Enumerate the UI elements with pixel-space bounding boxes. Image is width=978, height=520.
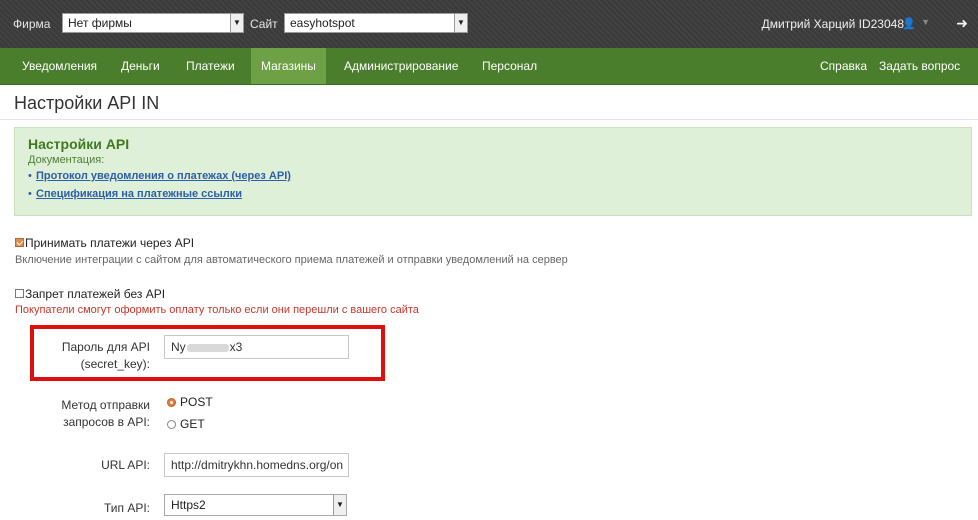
ban-without-api-checkbox[interactable] [15,289,24,298]
info-title: Настройки API [28,136,130,152]
nav-item-notifications[interactable]: Уведомления [12,48,107,84]
method-post-label[interactable]: POST [180,395,213,409]
sign-out-icon[interactable]: ➜ [956,15,968,32]
nav-item-payments[interactable]: Платежи [176,48,245,84]
doc-label: Документация: [28,154,105,166]
highlight-box [30,325,385,381]
bullet: • [28,170,32,182]
firm-label: Фирма [13,17,51,31]
method-label-line1: Метод отправки [61,398,150,412]
bullet: • [28,188,32,200]
divider [0,119,978,120]
accept-api-label[interactable]: Принимать платежи через API [25,236,194,250]
chevron-down-icon: ▼ [454,14,467,32]
accept-api-hint: Включение интеграции с сайтом для автома… [15,254,568,266]
method-get-label[interactable]: GET [180,417,205,431]
api-info-box: Настройки API Документация: • Протокол у… [14,127,972,216]
top-bar: Фирма Нет фирмы ▼ Сайт easyhotspot ▼ Дми… [0,0,978,48]
ban-without-api-label[interactable]: Запрет платежей без API [25,287,165,301]
url-api-label: URL API: [101,458,150,472]
firm-select-value: Нет фирмы [68,16,132,30]
nav-item-personnel[interactable]: Персонал [472,48,547,84]
method-label: Метод отправки запросов в API: [10,397,150,431]
api-type-label: Тип API: [103,501,150,515]
site-label: Сайт [250,17,278,31]
nav-item-help[interactable]: Справка [810,48,877,84]
chevron-down-icon[interactable]: ▼ [921,17,930,27]
site-select[interactable]: easyhotspot ▼ [284,13,468,33]
method-get-radio[interactable] [167,420,176,429]
page-title: Настройки API IN [14,93,160,113]
site-select-value: easyhotspot [290,16,355,30]
nav-item-ask-question[interactable]: Задать вопрос [869,48,970,84]
method-post-radio[interactable] [167,398,176,407]
link-payment-links-spec[interactable]: Спецификация на платежные ссылки [36,188,242,200]
nav-item-administration[interactable]: Администрирование [334,48,468,84]
url-api-input[interactable]: http://dmitrykhn.homedns.org/on [164,453,349,477]
method-label-line2: запросов в API: [63,415,150,429]
api-type-value: Https2 [171,498,206,512]
ban-without-api-hint: Покупатели смогут оформить оплату только… [15,304,419,316]
link-payment-notification-protocol[interactable]: Протокол уведомления о платежах (через A… [36,170,291,182]
chevron-down-icon: ▼ [230,14,243,32]
nav-item-money[interactable]: Деньги [111,48,170,84]
nav-item-shops[interactable]: Магазины [251,48,326,84]
api-type-select[interactable]: Https2 ▼ [164,494,347,516]
main-nav: Уведомления Деньги Платежи Магазины Адми… [0,48,978,85]
accept-api-checkbox[interactable] [15,238,24,247]
firm-select[interactable]: Нет фирмы ▼ [62,13,244,33]
user-name[interactable]: Дмитрий Харций ID23048 [762,17,904,31]
chevron-down-icon: ▼ [333,495,346,515]
user-icon[interactable]: 👤 [902,17,916,30]
